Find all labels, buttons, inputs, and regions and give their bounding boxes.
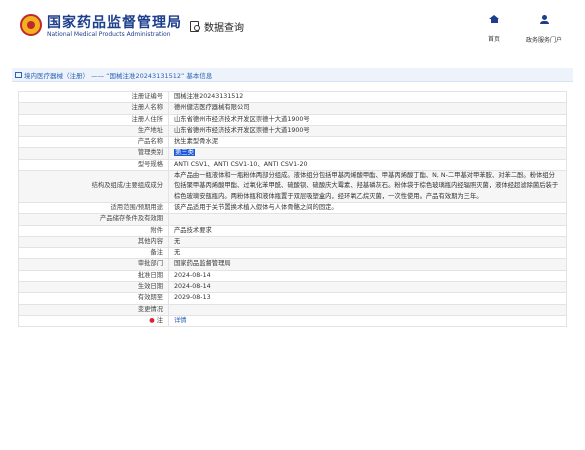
row-value: 山东省德州市经济技术开发区崇德十大道1900号 — [168, 124, 567, 138]
site-title[interactable]: 国家药品监督管理局 — [47, 12, 182, 32]
table-row: 生效日期 2024-08-14 — [18, 281, 567, 294]
table-row: 附件 产品技术要求 — [18, 224, 567, 237]
row-value: 山东省德州市经济技术开发区崇德十大道1900号 — [168, 113, 567, 126]
table-row: 产品储存条件及有效期 — [18, 213, 567, 226]
breadcrumb-text: 境内医疗器械（注册） —— “国械注准20243131512” 基本信息 — [24, 71, 213, 80]
table-row: 其他内容 无 — [18, 235, 567, 249]
row-label: 生产地址 — [18, 124, 169, 138]
table-row: 审批部门 国家药品监督管理局 — [18, 258, 567, 271]
nav-home-link[interactable]: 首页 — [483, 15, 505, 45]
user-icon — [524, 15, 564, 24]
row-value-cell: 第三类 — [168, 147, 567, 160]
breadcrumb: 境内医疗器械（注册） —— “国械注准20243131512” 基本信息 — [12, 68, 573, 82]
table-row: 产品名称 抗生素型骨水泥 — [18, 136, 567, 149]
table-row: 批准日期 2024-08-14 — [18, 269, 567, 283]
row-label: 注册人名称 — [18, 102, 169, 115]
table-row: 变更情况 — [18, 303, 567, 316]
row-label: 其他内容 — [18, 235, 169, 249]
star-icon: ● — [149, 316, 155, 324]
row-value: 国家药品监督管理局 — [168, 258, 567, 271]
table-row: 型号规格 ANTI CSV1、ANTI CSV1-10、ANTI CSV1-20 — [18, 158, 567, 172]
row-label: 产品名称 — [18, 136, 169, 149]
table-row: 结构及组成/主要组成成分 本产品由一瓶液体和一瓶粉体两部分组成。液体组分包括甲基… — [18, 170, 567, 203]
row-label: 备注 — [18, 247, 169, 260]
row-label: 注册人住所 — [18, 113, 169, 126]
row-label: 附件 — [18, 224, 169, 237]
detail-table: 注册证编号 国械注准20243131512 注册人名称 德州健洁医疗器械有限公司… — [18, 90, 567, 328]
row-label: 审批部门 — [18, 258, 169, 271]
nav-home-label: 首页 — [487, 36, 500, 43]
row-value: 抗生素型骨水泥 — [168, 136, 567, 149]
row-label: 有效期至 — [18, 292, 169, 305]
row-value-cell: 详情 — [168, 314, 567, 328]
row-value — [168, 303, 567, 316]
document-icon — [15, 71, 22, 78]
table-row: 管理类别 第三类 — [18, 147, 567, 160]
site-header: 国家药品监督管理局 National Medical Products Admi… — [0, 0, 585, 52]
row-value: 国械注准20243131512 — [168, 90, 567, 104]
table-row: 注册证编号 国械注准20243131512 — [18, 90, 567, 104]
row-value — [168, 213, 567, 226]
search-document-icon — [190, 20, 202, 33]
row-value: 无 — [168, 235, 567, 249]
selected-text[interactable]: 第三类 — [174, 149, 195, 157]
row-value: 德州健洁医疗器械有限公司 — [168, 102, 567, 115]
row-label: 注 — [156, 316, 163, 324]
row-label: 适用范围/预期用途 — [18, 201, 169, 215]
row-value: 该产品适用于关节置换术植入假体与人体骨骼之间的固定。 — [168, 201, 567, 215]
row-value: 2024-08-14 — [168, 269, 567, 283]
row-label: 管理类别 — [18, 147, 169, 160]
row-label: 批准日期 — [18, 269, 169, 283]
site-title-english: National Medical Products Administration — [47, 31, 171, 38]
nav-portal-link[interactable]: 政务服务门户 — [524, 15, 564, 46]
row-value: 2024-08-14 — [168, 281, 567, 294]
details-link[interactable]: 详情 — [174, 317, 187, 324]
table-row: 注册人名称 德州健洁医疗器械有限公司 — [18, 102, 567, 115]
row-value: 无 — [168, 247, 567, 260]
data-query-button[interactable]: 数据查询 — [190, 19, 244, 34]
table-row: 注册人住所 山东省德州市经济技术开发区崇德十大道1900号 — [18, 113, 567, 126]
table-row: 有效期至 2029-08-13 — [18, 292, 567, 305]
row-value: ANTI CSV1、ANTI CSV1-10、ANTI CSV1-20 — [168, 158, 567, 172]
row-label: 产品储存条件及有效期 — [18, 213, 169, 226]
row-value: 产品技术要求 — [168, 224, 567, 237]
table-row: 适用范围/预期用途 该产品适用于关节置换术植入假体与人体骨骼之间的固定。 — [18, 201, 567, 215]
table-row: 备注 无 — [18, 247, 567, 260]
table-row: ● 注 详情 — [18, 314, 567, 328]
emblem-logo-icon[interactable] — [20, 14, 42, 36]
note-label-cell: ● 注 — [18, 314, 169, 328]
nav-portal-label: 政务服务门户 — [525, 37, 562, 44]
home-icon — [483, 15, 505, 23]
row-label: 型号规格 — [18, 158, 169, 172]
row-label: 注册证编号 — [18, 90, 169, 104]
row-label: 变更情况 — [18, 303, 169, 316]
row-value: 2029-08-13 — [168, 292, 567, 305]
row-label: 结构及组成/主要组成成分 — [18, 170, 169, 203]
data-query-label: 数据查询 — [204, 23, 244, 34]
row-value: 本产品由一瓶液体和一瓶粉体两部分组成。液体组分包括甲基丙烯酸甲酯、甲基丙烯酸丁酯… — [168, 170, 567, 203]
row-label: 生效日期 — [18, 281, 169, 294]
table-row: 生产地址 山东省德州市经济技术开发区崇德十大道1900号 — [18, 124, 567, 138]
